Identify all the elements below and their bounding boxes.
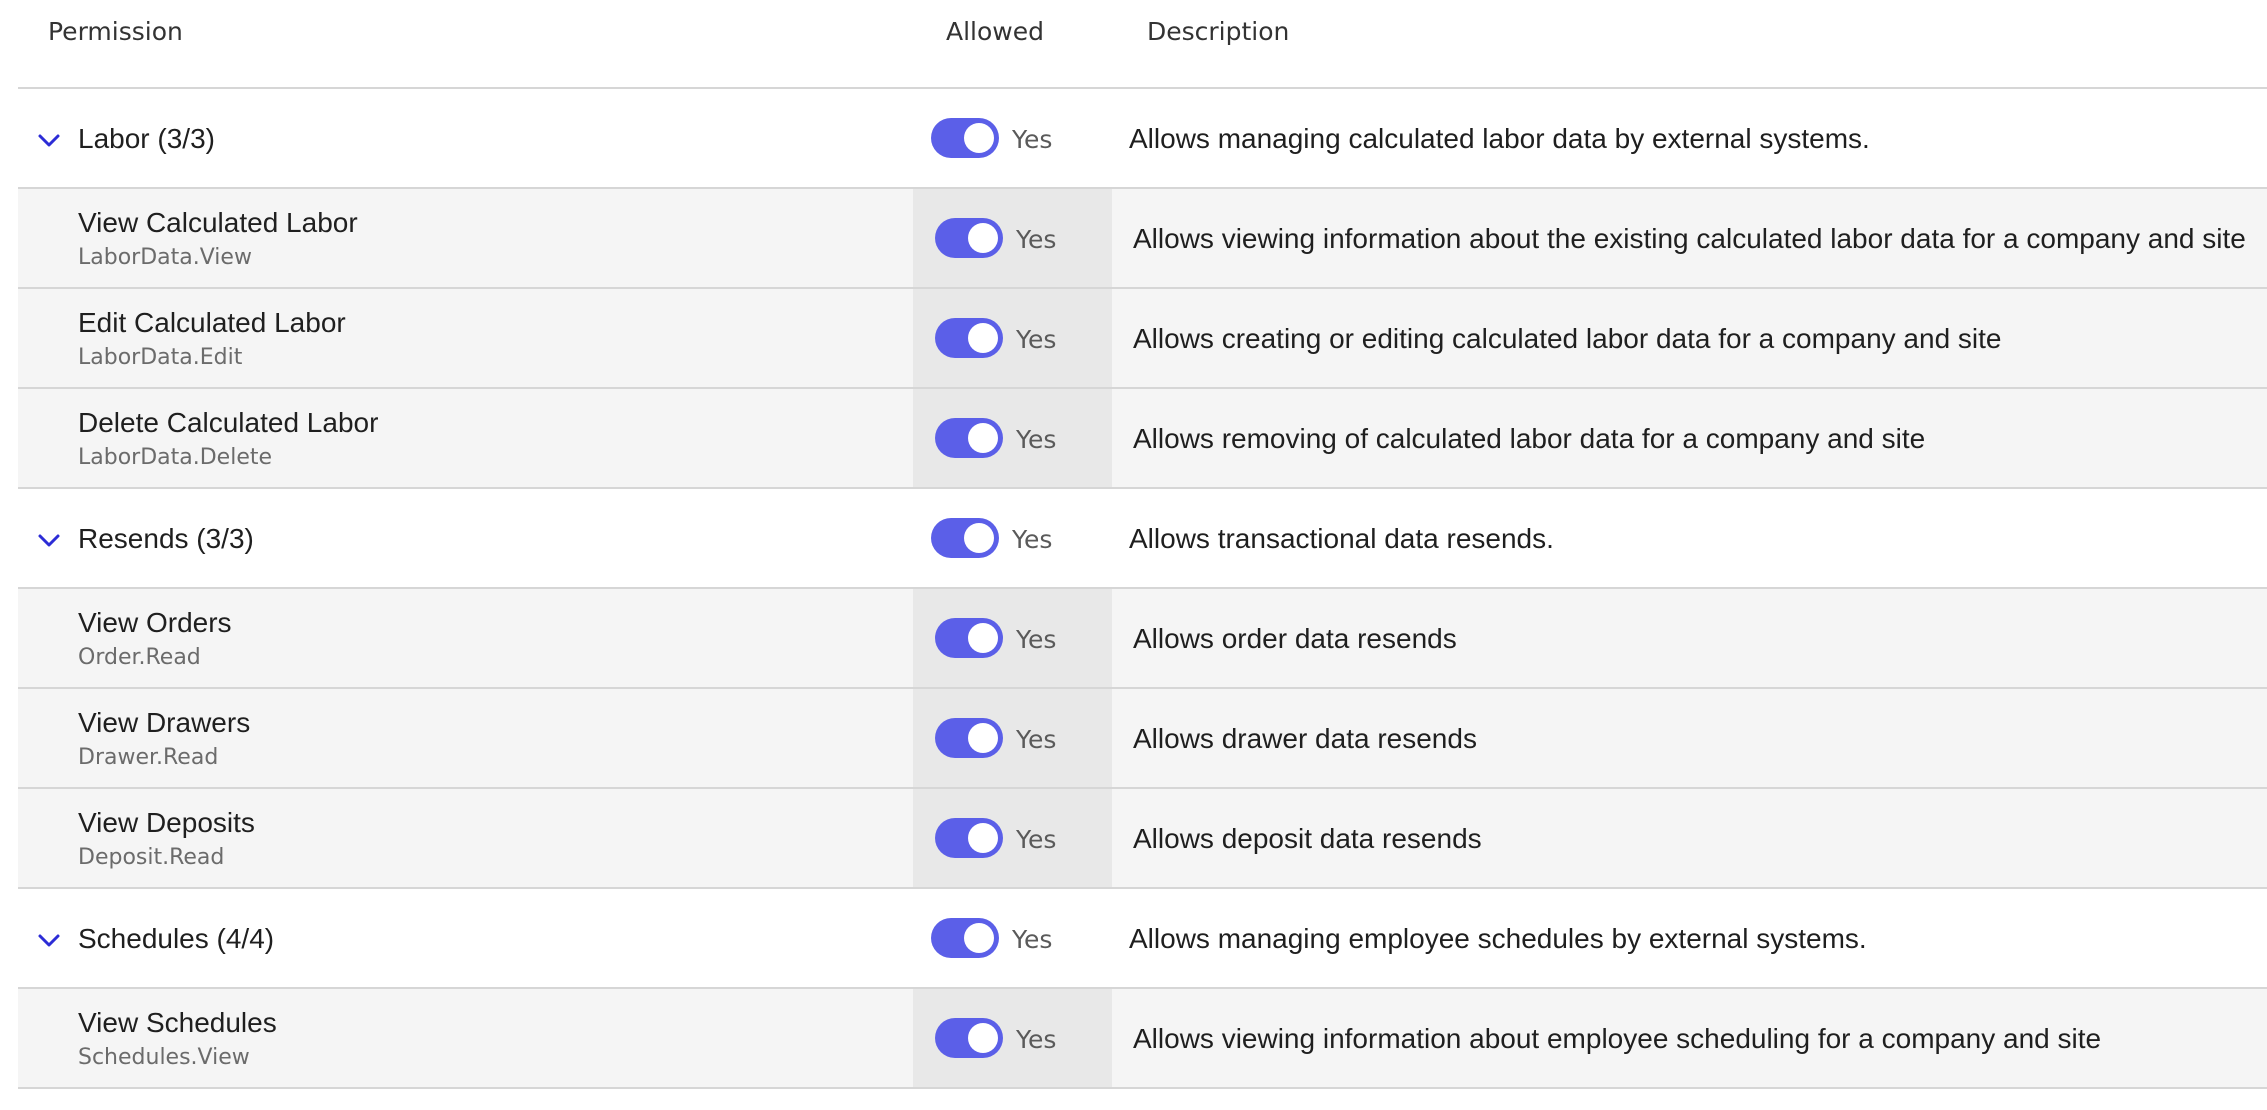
allowed-label: Yes bbox=[1016, 1025, 1057, 1054]
permission-description: Allows viewing information about the exi… bbox=[1133, 223, 2246, 254]
permission-code: LaborData.Delete bbox=[78, 445, 273, 470]
toggle-knob bbox=[968, 823, 998, 853]
toggle-knob bbox=[968, 623, 998, 653]
permission-title: View Schedules bbox=[78, 1007, 277, 1038]
permission-code: Schedules.View bbox=[78, 1045, 250, 1070]
allowed-label: Yes bbox=[1016, 425, 1057, 454]
toggle-knob bbox=[968, 1023, 998, 1053]
permission-row: View Calculated Labor LaborData.View Yes… bbox=[18, 189, 2267, 289]
allowed-toggle[interactable] bbox=[935, 618, 1003, 658]
allowed-toggle[interactable] bbox=[931, 118, 999, 158]
permission-title: View Calculated Labor bbox=[78, 207, 358, 238]
allowed-toggle[interactable] bbox=[935, 418, 1003, 458]
permission-description: Allows deposit data resends bbox=[1133, 823, 1482, 854]
permission-row: View Deposits Deposit.Read Yes Allows de… bbox=[18, 789, 2267, 889]
chevron-down-icon[interactable] bbox=[34, 125, 64, 155]
column-header-description: Description bbox=[1147, 17, 1290, 46]
toggle-knob bbox=[968, 323, 998, 353]
permission-description: Allows viewing information about employe… bbox=[1133, 1023, 2102, 1054]
permission-group-row: Resends (3/3) Yes Allows transactional d… bbox=[18, 489, 2267, 589]
permission-code: Order.Read bbox=[78, 645, 201, 670]
group-description: Allows managing employee schedules by ex… bbox=[1129, 923, 1867, 954]
allowed-toggle[interactable] bbox=[935, 318, 1003, 358]
allowed-toggle[interactable] bbox=[935, 218, 1003, 258]
permission-code: LaborData.Edit bbox=[78, 345, 243, 370]
allowed-label: Yes bbox=[1012, 925, 1053, 954]
group-description: Allows managing calculated labor data by… bbox=[1129, 123, 1870, 154]
permission-code: LaborData.View bbox=[78, 245, 252, 270]
permission-row: Edit Calculated Labor LaborData.Edit Yes… bbox=[18, 289, 2267, 389]
permissions-table: Permission Allowed Description Labor (3/… bbox=[18, 0, 2267, 1089]
allowed-label: Yes bbox=[1016, 725, 1057, 754]
permission-code: Deposit.Read bbox=[78, 845, 225, 870]
permission-code: Drawer.Read bbox=[78, 745, 219, 770]
permission-title: View Drawers bbox=[78, 707, 251, 738]
allowed-toggle[interactable] bbox=[931, 918, 999, 958]
group-title: Schedules (4/4) bbox=[78, 923, 275, 954]
chevron-down-icon[interactable] bbox=[34, 925, 64, 955]
permission-group-row: Schedules (4/4) Yes Allows managing empl… bbox=[18, 889, 2267, 989]
permission-group-row: Labor (3/3) Yes Allows managing calculat… bbox=[18, 89, 2267, 189]
allowed-label: Yes bbox=[1016, 625, 1057, 654]
permission-description: Allows removing of calculated labor data… bbox=[1133, 423, 1926, 454]
allowed-label: Yes bbox=[1012, 125, 1053, 154]
permission-description: Allows creating or editing calculated la… bbox=[1133, 323, 2002, 354]
group-description: Allows transactional data resends. bbox=[1129, 523, 1554, 554]
permission-row: View Schedules Schedules.View Yes Allows… bbox=[18, 989, 2267, 1089]
allowed-toggle[interactable] bbox=[935, 818, 1003, 858]
permission-description: Allows drawer data resends bbox=[1133, 723, 1477, 754]
allowed-label: Yes bbox=[1012, 525, 1053, 554]
chevron-down-icon[interactable] bbox=[34, 525, 64, 555]
allowed-toggle[interactable] bbox=[935, 1018, 1003, 1058]
toggle-knob bbox=[968, 223, 998, 253]
group-title: Resends (3/3) bbox=[78, 523, 254, 554]
allowed-label: Yes bbox=[1016, 225, 1057, 254]
allowed-toggle[interactable] bbox=[931, 518, 999, 558]
allowed-toggle[interactable] bbox=[935, 718, 1003, 758]
permission-title: View Orders bbox=[78, 607, 232, 638]
permission-title: View Deposits bbox=[78, 807, 255, 838]
allowed-label: Yes bbox=[1016, 325, 1057, 354]
toggle-knob bbox=[964, 923, 994, 953]
toggle-knob bbox=[964, 523, 994, 553]
permission-row: Delete Calculated Labor LaborData.Delete… bbox=[18, 389, 2267, 489]
permission-row: View Drawers Drawer.Read Yes Allows draw… bbox=[18, 689, 2267, 789]
toggle-knob bbox=[964, 123, 994, 153]
allowed-label: Yes bbox=[1016, 825, 1057, 854]
permission-title: Delete Calculated Labor bbox=[78, 407, 379, 438]
column-header-permission: Permission bbox=[48, 17, 183, 46]
permission-description: Allows order data resends bbox=[1133, 623, 1457, 654]
column-header-allowed: Allowed bbox=[946, 17, 1044, 46]
permission-row: View Orders Order.Read Yes Allows order … bbox=[18, 589, 2267, 689]
permission-title: Edit Calculated Labor bbox=[78, 307, 346, 338]
toggle-knob bbox=[968, 723, 998, 753]
group-title: Labor (3/3) bbox=[78, 123, 215, 154]
toggle-knob bbox=[968, 423, 998, 453]
table-header: Permission Allowed Description bbox=[18, 0, 2267, 89]
